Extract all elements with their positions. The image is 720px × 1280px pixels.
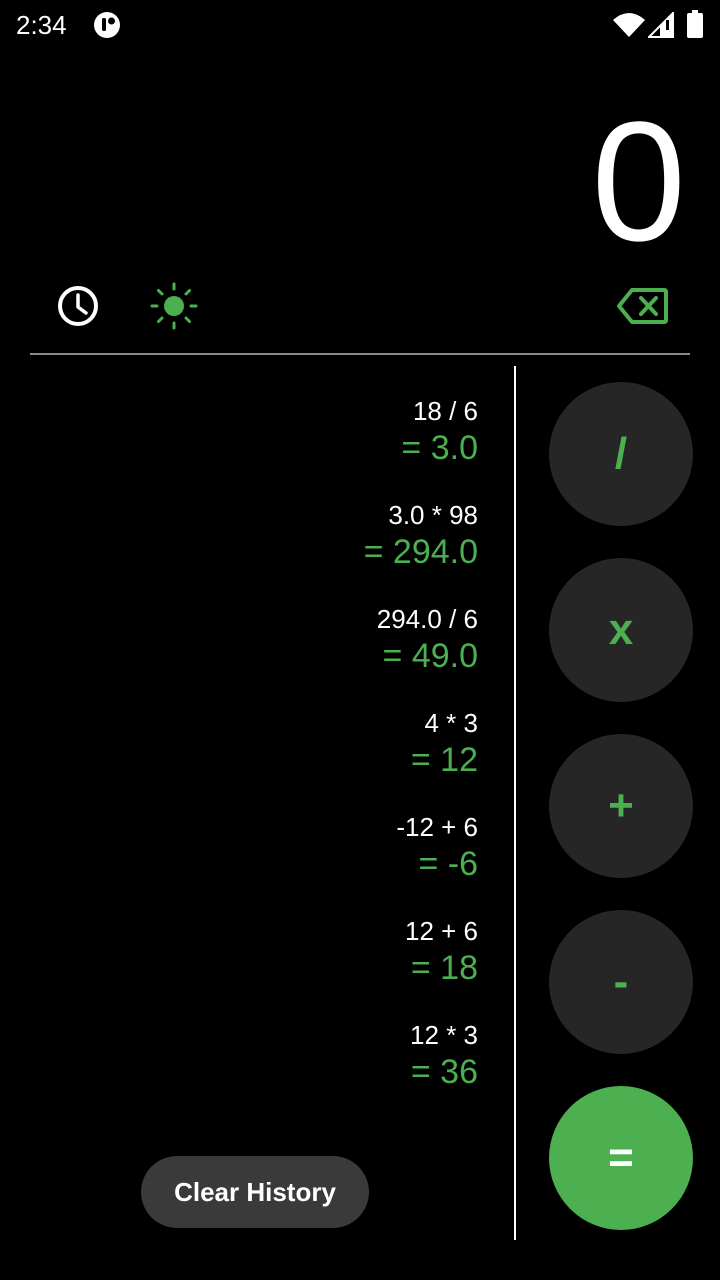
status-time: 2:34 — [16, 10, 67, 40]
subtract-button[interactable]: - — [549, 910, 693, 1054]
history-item[interactable]: 18 / 6 = 3.0 — [30, 395, 478, 499]
history-result: = 18 — [410, 949, 478, 987]
equals-button[interactable]: = — [549, 1086, 693, 1230]
multiply-button[interactable]: x — [549, 558, 693, 702]
history-expression: 3.0 * 98 — [388, 500, 478, 530]
battery-icon — [687, 10, 703, 38]
wifi-icon — [613, 13, 645, 37]
divide-button[interactable]: / — [549, 382, 693, 526]
history-divider — [514, 366, 516, 1240]
add-button[interactable]: + — [549, 734, 693, 878]
history-expression: 18 / 6 — [412, 396, 478, 426]
history-expression: 12 * 3 — [410, 1020, 478, 1050]
history-list: 18 / 6 = 3.0 3.0 * 98 = 294.0 294.0 / 6 … — [30, 395, 478, 1123]
display-divider — [30, 353, 690, 355]
history-item[interactable]: 4 * 3 = 12 — [30, 707, 478, 811]
history-result: = 294.0 — [363, 533, 478, 571]
history-result: = 36 — [410, 1053, 478, 1091]
status-bar: 2:34 — [0, 0, 720, 50]
history-item[interactable]: 294.0 / 6 = 49.0 — [30, 603, 478, 707]
history-result: = 12 — [410, 741, 478, 779]
app-notification-icon — [94, 12, 120, 38]
history-expression: 294.0 / 6 — [376, 604, 478, 634]
history-result: = -6 — [418, 845, 478, 883]
history-item[interactable]: -12 + 6 = -6 — [30, 811, 478, 915]
history-expression: -12 + 6 — [396, 812, 478, 842]
cell-signal-icon — [648, 12, 674, 38]
history-item[interactable]: 12 + 6 = 18 — [30, 915, 478, 1019]
backspace-icon[interactable] — [616, 287, 668, 325]
clear-history-button[interactable]: Clear History — [141, 1156, 369, 1228]
theme-sun-icon[interactable] — [150, 282, 198, 330]
history-item[interactable]: 3.0 * 98 = 294.0 — [30, 499, 478, 603]
result-display: 0 — [591, 87, 686, 277]
history-result: = 49.0 — [382, 637, 478, 675]
history-result: = 3.0 — [401, 429, 478, 467]
history-expression: 12 + 6 — [404, 916, 478, 946]
history-clock-icon[interactable] — [56, 284, 100, 328]
history-item[interactable]: 12 * 3 = 36 — [30, 1019, 478, 1123]
history-expression: 4 * 3 — [424, 708, 479, 738]
